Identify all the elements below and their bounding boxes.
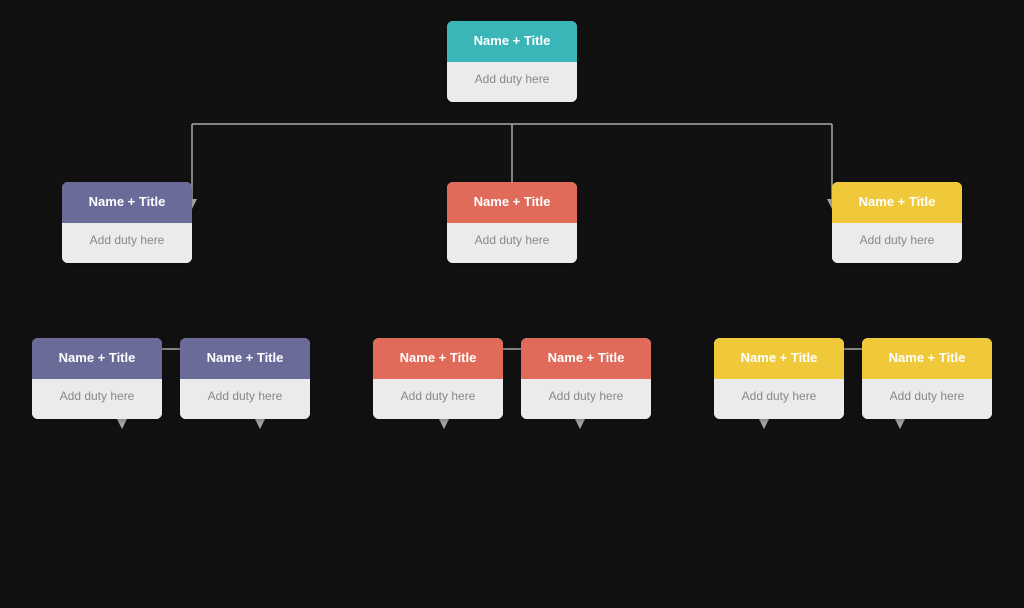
node-l1-1-header: Name + Title	[447, 182, 577, 223]
node-l2-0-1[interactable]: Name + Title Add duty here	[180, 338, 310, 419]
level-2-group-center: Name + Title Add duty here Name + Title …	[373, 338, 651, 419]
node-l2-0-1-body: Add duty here	[180, 379, 310, 419]
node-l2-2-1-body: Add duty here	[862, 379, 992, 419]
node-l1-2-header: Name + Title	[832, 182, 962, 223]
level-2-group-left: Name + Title Add duty here Name + Title …	[32, 338, 310, 419]
node-l2-2-1[interactable]: Name + Title Add duty here	[862, 338, 992, 419]
node-l2-2-1-header: Name + Title	[862, 338, 992, 379]
node-l1-1[interactable]: Name + Title Add duty here	[447, 182, 577, 263]
node-l2-1-1-header: Name + Title	[521, 338, 651, 379]
node-l2-1-0-body: Add duty here	[373, 379, 503, 419]
org-chart: Name + Title Add duty here Name + Title …	[12, 9, 1012, 599]
node-l2-2-0-body: Add duty here	[714, 379, 844, 419]
node-l1-2-body: Add duty here	[832, 223, 962, 263]
node-root[interactable]: Name + Title Add duty here	[447, 21, 577, 102]
level-2-group-right: Name + Title Add duty here Name + Title …	[714, 338, 992, 419]
level-1-inner: Name + Title Add duty here Name + Title …	[62, 182, 962, 263]
node-l2-1-1-body: Add duty here	[521, 379, 651, 419]
node-l2-2-0-header: Name + Title	[714, 338, 844, 379]
level-0-row: Name + Title Add duty here	[12, 21, 1012, 102]
node-l2-0-1-header: Name + Title	[180, 338, 310, 379]
node-l1-0-header: Name + Title	[62, 182, 192, 223]
node-l2-1-1[interactable]: Name + Title Add duty here	[521, 338, 651, 419]
node-l1-2[interactable]: Name + Title Add duty here	[832, 182, 962, 263]
node-root-body: Add duty here	[447, 62, 577, 102]
node-l2-2-0[interactable]: Name + Title Add duty here	[714, 338, 844, 419]
node-l2-0-0-header: Name + Title	[32, 338, 162, 379]
node-root-header: Name + Title	[447, 21, 577, 62]
node-l1-1-body: Add duty here	[447, 223, 577, 263]
level-2-inner: Name + Title Add duty here Name + Title …	[32, 338, 992, 419]
node-l1-0[interactable]: Name + Title Add duty here	[62, 182, 192, 263]
node-l2-1-0-header: Name + Title	[373, 338, 503, 379]
node-l2-0-0-body: Add duty here	[32, 379, 162, 419]
node-l2-0-0[interactable]: Name + Title Add duty here	[32, 338, 162, 419]
node-l1-0-body: Add duty here	[62, 223, 192, 263]
level-1-row: Name + Title Add duty here Name + Title …	[12, 182, 1012, 263]
node-l2-1-0[interactable]: Name + Title Add duty here	[373, 338, 503, 419]
level-2-row: Name + Title Add duty here Name + Title …	[12, 338, 1012, 419]
